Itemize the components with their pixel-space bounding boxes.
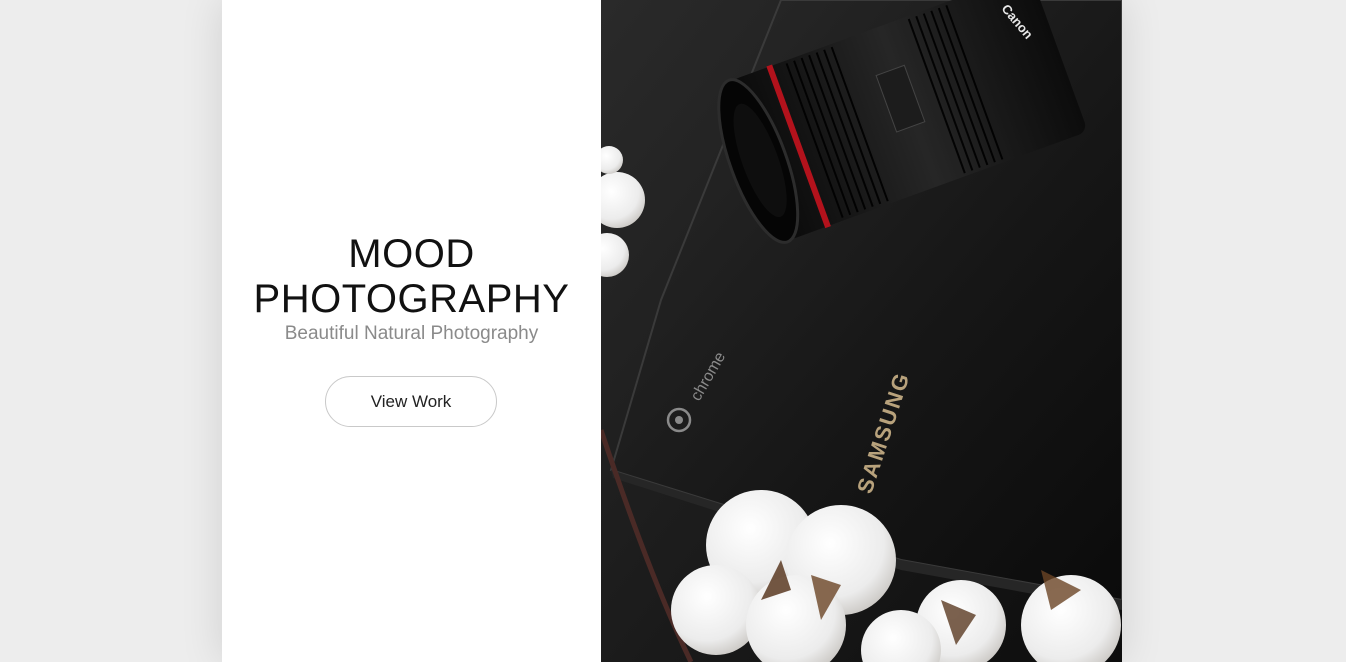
hero-subtitle: Beautiful Natural Photography [284,323,539,344]
hero-photo: chrome SAMSUNG Canon [601,0,1122,662]
view-work-button[interactable]: View Work [325,376,497,427]
hero-text-panel: MOOD PHOTOGRAPHY Beautiful Natural Photo… [222,0,601,662]
hero-heading-block: MOOD PHOTOGRAPHY Beautiful Natural Photo… [222,232,601,346]
hero-title-line-2: PHOTOGRAPHY [253,277,570,321]
hero-section: MOOD PHOTOGRAPHY Beautiful Natural Photo… [222,0,1122,662]
hero-title-line-1: MOOD [348,232,475,276]
